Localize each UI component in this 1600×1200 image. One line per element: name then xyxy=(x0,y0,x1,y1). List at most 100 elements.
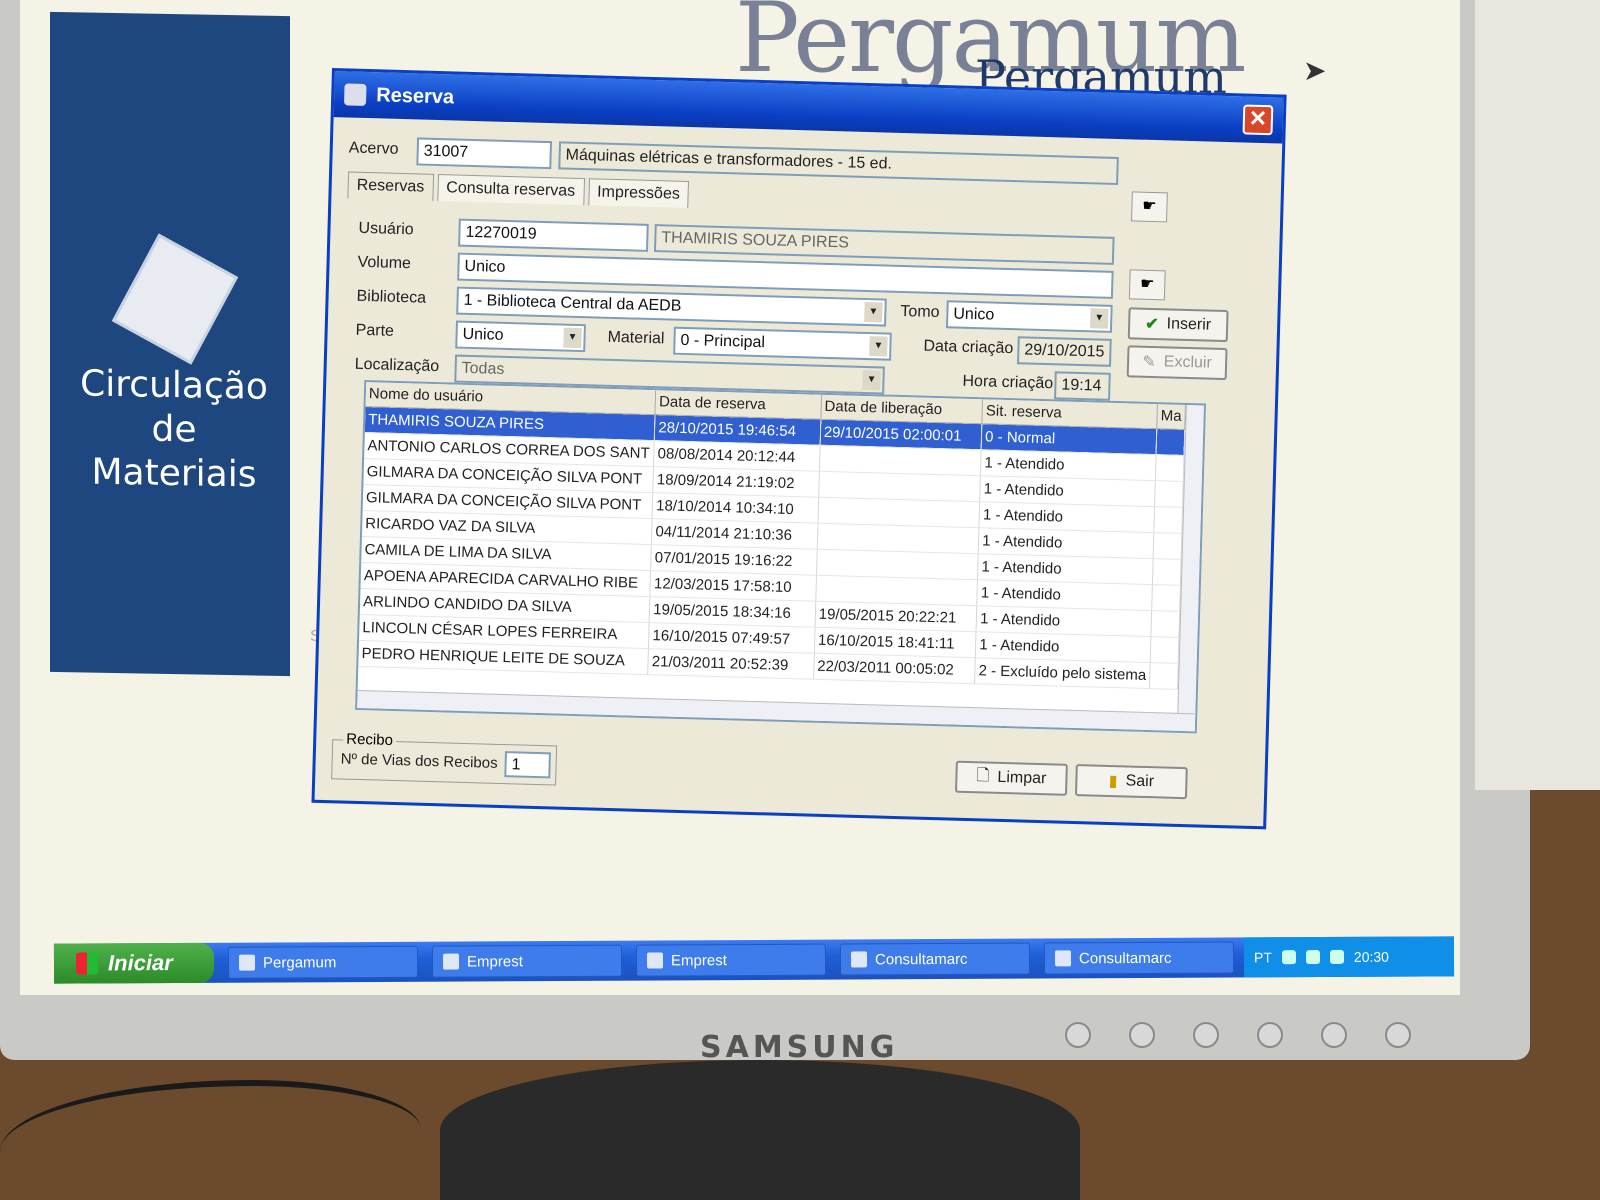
biblioteca-label: Biblioteca xyxy=(356,287,427,307)
close-button[interactable]: ✕ xyxy=(1242,104,1274,136)
language-indicator[interactable]: PT xyxy=(1254,949,1272,965)
chevron-down-icon[interactable]: ▼ xyxy=(864,301,883,323)
table-body: THAMIRIS SOUZA PIRES 28/10/2015 19:46:54 2… xyxy=(358,406,1185,689)
usuario-code-field[interactable]: 12270019 xyxy=(458,218,649,252)
volume-icon[interactable] xyxy=(1305,950,1320,965)
document-icon: 🗋 xyxy=(976,766,990,785)
reservas-table: Nome do usuário Data de reserva Data de … xyxy=(358,382,1186,689)
windows-flag-icon xyxy=(75,952,99,975)
side-panel: Circulação de Materiais xyxy=(50,11,290,677)
taskbar-item-consultamarc[interactable]: Consultamarc xyxy=(839,942,1031,976)
biblioteca-select[interactable]: 1 - Biblioteca Central da AEDB ▼ xyxy=(456,286,887,327)
power-icon[interactable] xyxy=(1385,1022,1411,1048)
dialog-title: Reserva xyxy=(375,83,455,108)
volume-label: Volume xyxy=(357,253,412,273)
security-icon[interactable] xyxy=(1329,949,1344,964)
table-cell xyxy=(1150,636,1179,663)
clock: 20:30 xyxy=(1353,948,1389,965)
chevron-down-icon[interactable]: ▼ xyxy=(869,336,888,357)
col-ma[interactable]: Ma xyxy=(1156,404,1186,429)
taskbar-item-label: Consultamarc xyxy=(1078,949,1172,967)
usuario-label: Usuário xyxy=(358,219,414,239)
cable xyxy=(0,1080,420,1200)
source-button[interactable] xyxy=(1257,1022,1283,1048)
start-label: Iniciar xyxy=(107,950,173,976)
inserir-label: Inserir xyxy=(1166,315,1212,334)
vias-label: Nº de Vias dos Recibos xyxy=(340,750,498,772)
tomo-value: Unico xyxy=(953,305,995,324)
book-icon xyxy=(111,233,239,365)
search-user-icon[interactable]: ☛ xyxy=(1128,269,1166,301)
inserir-button[interactable]: ✔ Inserir xyxy=(1127,307,1229,343)
table-cell xyxy=(1151,610,1180,637)
chevron-down-icon[interactable]: ▼ xyxy=(563,327,582,349)
start-button[interactable]: Iniciar xyxy=(53,942,215,984)
app-icon xyxy=(850,951,868,968)
network-icon[interactable] xyxy=(1281,950,1296,965)
sair-label: Sair xyxy=(1125,772,1155,791)
acervo-title-field: Máquinas elétricas e transformadores - 1… xyxy=(558,141,1119,185)
sair-button[interactable]: ▮ Sair xyxy=(1074,764,1188,800)
material-select[interactable]: 0 - Principal ▼ xyxy=(673,326,892,361)
limpar-label: Limpar xyxy=(997,768,1047,788)
taskbar-item-label: Consultamarc xyxy=(874,950,968,968)
menu-button[interactable] xyxy=(1065,1022,1091,1048)
tomo-select[interactable]: Unico ▼ xyxy=(945,300,1113,333)
chevron-down-icon[interactable]: ▼ xyxy=(1090,308,1109,329)
taskbar-item-consultamarc-2[interactable]: Consultamarc xyxy=(1043,941,1235,975)
side-panel-title: Circulação de Materiais xyxy=(80,363,268,496)
taskbar-item-label: Emprest xyxy=(670,951,727,969)
vias-field[interactable]: 1 xyxy=(504,751,551,779)
limpar-button[interactable]: 🗋 Limpar xyxy=(955,760,1068,796)
acervo-label: Acervo xyxy=(348,139,399,158)
taskbar: Iniciar Pergamum Emprest Emprest Consult… xyxy=(53,936,1455,984)
localizacao-label: Localização xyxy=(354,355,440,376)
monitor-buttons xyxy=(1065,1022,1411,1048)
localizacao-value: Todas xyxy=(461,359,505,378)
taskbar-item-emprest[interactable]: Emprest xyxy=(431,944,623,978)
biblioteca-value: 1 - Biblioteca Central da AEDB xyxy=(463,291,682,315)
taskbar-item-label: Emprest xyxy=(466,952,523,971)
acervo-code-field[interactable]: 31007 xyxy=(416,137,553,170)
recibo-caption: Recibo xyxy=(343,730,397,750)
parte-select[interactable]: Unico ▼ xyxy=(455,320,586,353)
material-value: 0 - Principal xyxy=(680,331,766,352)
hora-criacao-field: 19:14 xyxy=(1054,371,1111,401)
usuario-name-field: THAMIRIS SOUZA PIRES xyxy=(653,224,1115,265)
hora-criacao-label: Hora criação xyxy=(962,372,1054,393)
taskbar-item-label: Pergamum xyxy=(262,953,337,972)
background-wall xyxy=(1475,0,1600,790)
search-acervo-icon[interactable]: ☛ xyxy=(1131,191,1168,223)
adjust-button[interactable] xyxy=(1193,1022,1219,1048)
data-criacao-field: 29/10/2015 xyxy=(1016,336,1112,367)
table-cell xyxy=(1156,428,1185,455)
tab-consulta-reservas[interactable]: Consulta reservas xyxy=(436,173,585,206)
table-cell xyxy=(1153,532,1182,559)
table-cell xyxy=(1152,558,1182,585)
tab-impressoes[interactable]: Impressões xyxy=(587,178,690,209)
table-cell xyxy=(1154,506,1183,533)
reservas-grid[interactable]: Nome do usuário Data de reserva Data de … xyxy=(355,380,1206,734)
monitor-brand: SAMSUNG xyxy=(700,1030,899,1065)
app-icon xyxy=(238,954,256,971)
horizontal-scrollbar[interactable] xyxy=(357,689,1196,732)
taskbar-item-pergamum[interactable]: Pergamum xyxy=(227,945,419,979)
exit-door-icon: ▮ xyxy=(1108,772,1118,791)
tab-reservas[interactable]: Reservas xyxy=(347,171,434,201)
chevron-down-icon[interactable]: ▼ xyxy=(862,369,881,391)
parte-label: Parte xyxy=(355,321,395,340)
parte-value: Unico xyxy=(462,325,504,344)
check-icon: ✔ xyxy=(1144,315,1159,334)
app-icon xyxy=(646,952,664,969)
taskbar-item-emprest-2[interactable]: Emprest xyxy=(635,943,827,977)
excluir-button[interactable]: ✎ Excluir xyxy=(1126,345,1228,381)
table-cell xyxy=(1149,662,1179,689)
app-icon xyxy=(343,83,367,106)
brightness-button[interactable] xyxy=(1129,1022,1155,1048)
data-criacao-label: Data criação xyxy=(923,337,1014,358)
table-cell xyxy=(1151,584,1181,611)
mouse-cursor-icon: ➤ xyxy=(1303,55,1327,86)
auto-button[interactable] xyxy=(1321,1022,1347,1048)
tomo-label: Tomo xyxy=(900,302,940,322)
table-cell xyxy=(1154,480,1184,507)
